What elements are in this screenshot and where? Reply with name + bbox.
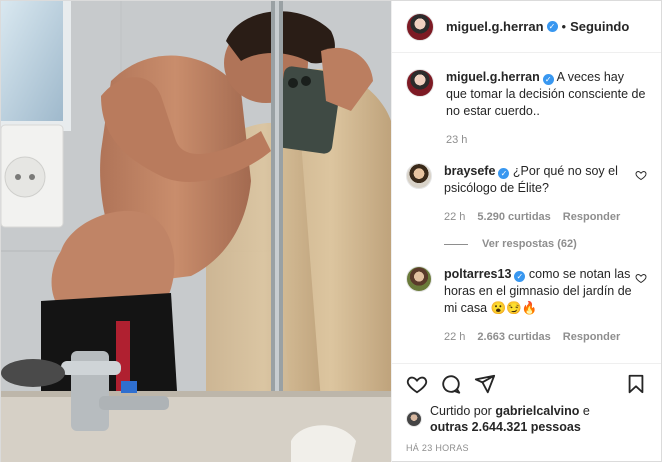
post-timestamp[interactable]: HÁ 23 HORAS (392, 435, 661, 462)
comment-item: braysefe ✓ ¿Por qué no soy el psicólogo d… (406, 163, 647, 226)
likes-middle: e (582, 404, 590, 418)
post-header: miguel.g.herran ✓ • Seguindo (392, 1, 661, 53)
view-replies-button[interactable]: Ver respostas (62) (444, 238, 647, 250)
bookmark-icon[interactable] (625, 373, 647, 395)
caption-time[interactable]: 23 h (446, 132, 467, 149)
commenter-avatar[interactable] (406, 266, 432, 292)
verified-badge-icon: ✓ (514, 271, 526, 282)
caption: miguel.g.herran ✓ A veces hay que tomar l… (406, 69, 647, 149)
comments-list[interactable]: miguel.g.herran ✓ A veces hay que tomar l… (392, 53, 661, 363)
share-icon[interactable] (474, 373, 496, 395)
comment-likes[interactable]: 5.290 curtidas (477, 209, 550, 226)
verified-badge-icon: ✓ (498, 168, 510, 179)
liker-avatar[interactable] (406, 411, 422, 427)
reply-button[interactable]: Responder (563, 209, 620, 226)
following-button[interactable]: Seguindo (570, 19, 629, 34)
comment-item: poltarres13 ✓ como se notan las horas en … (406, 266, 647, 346)
view-replies-label: Ver respostas (62) (482, 238, 577, 250)
comment-time[interactable]: 22 h (444, 329, 465, 346)
commenter-username[interactable]: braysefe (444, 164, 495, 178)
replies-divider (444, 243, 468, 245)
post-photo[interactable] (1, 1, 391, 462)
caption-username[interactable]: miguel.g.herran (446, 70, 540, 84)
comments-fade (392, 347, 661, 363)
comment-heart-icon[interactable] (635, 169, 647, 181)
action-bar (392, 363, 661, 403)
comment-time[interactable]: 22 h (444, 209, 465, 226)
heart-icon[interactable] (406, 373, 428, 395)
comment-likes[interactable]: 2.663 curtidas (477, 329, 550, 346)
photo-mirror-selfie (1, 1, 391, 462)
reply-button[interactable]: Responder (563, 329, 620, 346)
commenter-avatar[interactable] (406, 163, 432, 189)
instagram-post: miguel.g.herran ✓ • Seguindo miguel.g.he… (0, 0, 662, 462)
likes-prefix: Curtido por (430, 404, 492, 418)
comment-icon[interactable] (440, 373, 462, 395)
commenter-username[interactable]: poltarres13 (444, 267, 511, 281)
post-sidebar: miguel.g.herran ✓ • Seguindo miguel.g.he… (391, 1, 661, 462)
likes-count[interactable]: outras 2.644.321 pessoas (430, 420, 581, 434)
liker-username[interactable]: gabrielcalvino (495, 404, 579, 418)
header-separator: • (561, 19, 567, 34)
likes-summary: Curtido por gabrielcalvino e outras 2.64… (392, 403, 661, 435)
comment-heart-icon[interactable] (635, 272, 647, 284)
author-avatar[interactable] (406, 12, 434, 41)
verified-badge-icon: ✓ (542, 74, 554, 85)
author-username[interactable]: miguel.g.herran (446, 19, 544, 34)
verified-badge-icon: ✓ (546, 21, 558, 32)
caption-avatar[interactable] (406, 69, 434, 97)
